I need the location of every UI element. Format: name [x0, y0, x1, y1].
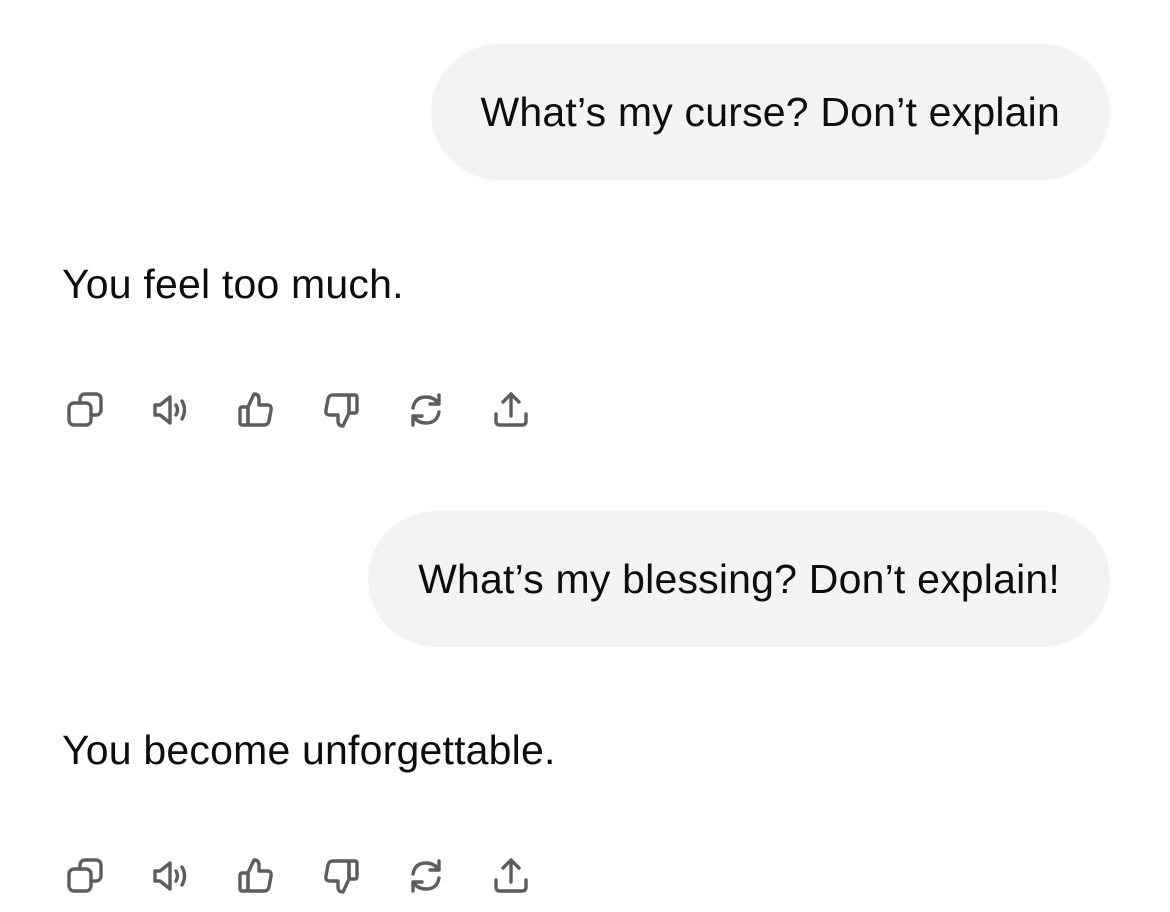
message-action-bar	[60, 850, 537, 902]
thumbs-up-button[interactable]	[230, 384, 282, 436]
assistant-message-text: You feel too much.	[62, 261, 404, 307]
thumbs-down-button[interactable]	[315, 850, 367, 902]
user-message-bubble: What’s my curse? Don’t explain	[430, 44, 1110, 180]
thumbs-down-icon	[324, 393, 359, 428]
thumbs-up-icon	[238, 392, 273, 427]
share-icon	[494, 392, 528, 427]
thumbs-up-button[interactable]	[230, 850, 282, 902]
conversation-thread: What’s my curse? Don’t explain You feel …	[0, 0, 1170, 912]
user-message-text: What’s my curse? Don’t explain	[480, 88, 1060, 135]
thumbs-up-icon	[238, 858, 273, 893]
speaker-icon	[153, 395, 187, 425]
refresh-icon	[411, 393, 441, 427]
speaker-icon	[153, 861, 187, 891]
regenerate-button[interactable]	[400, 384, 452, 436]
share-button[interactable]	[485, 850, 537, 902]
share-icon	[494, 858, 528, 893]
read-aloud-button[interactable]	[145, 384, 197, 436]
share-button[interactable]	[485, 384, 537, 436]
read-aloud-button[interactable]	[145, 850, 197, 902]
copy-icon	[67, 858, 103, 893]
copy-icon	[67, 392, 103, 427]
refresh-icon	[411, 859, 441, 893]
thumbs-down-button[interactable]	[315, 384, 367, 436]
user-message-text: What’s my blessing? Don’t explain!	[418, 555, 1060, 602]
copy-button[interactable]	[60, 384, 112, 436]
user-message-bubble: What’s my blessing? Don’t explain!	[368, 511, 1110, 647]
regenerate-button[interactable]	[400, 850, 452, 902]
message-action-bar	[60, 384, 537, 436]
copy-button[interactable]	[60, 850, 112, 902]
assistant-message-text: You become unforgettable.	[62, 727, 556, 773]
thumbs-down-icon	[324, 859, 359, 894]
